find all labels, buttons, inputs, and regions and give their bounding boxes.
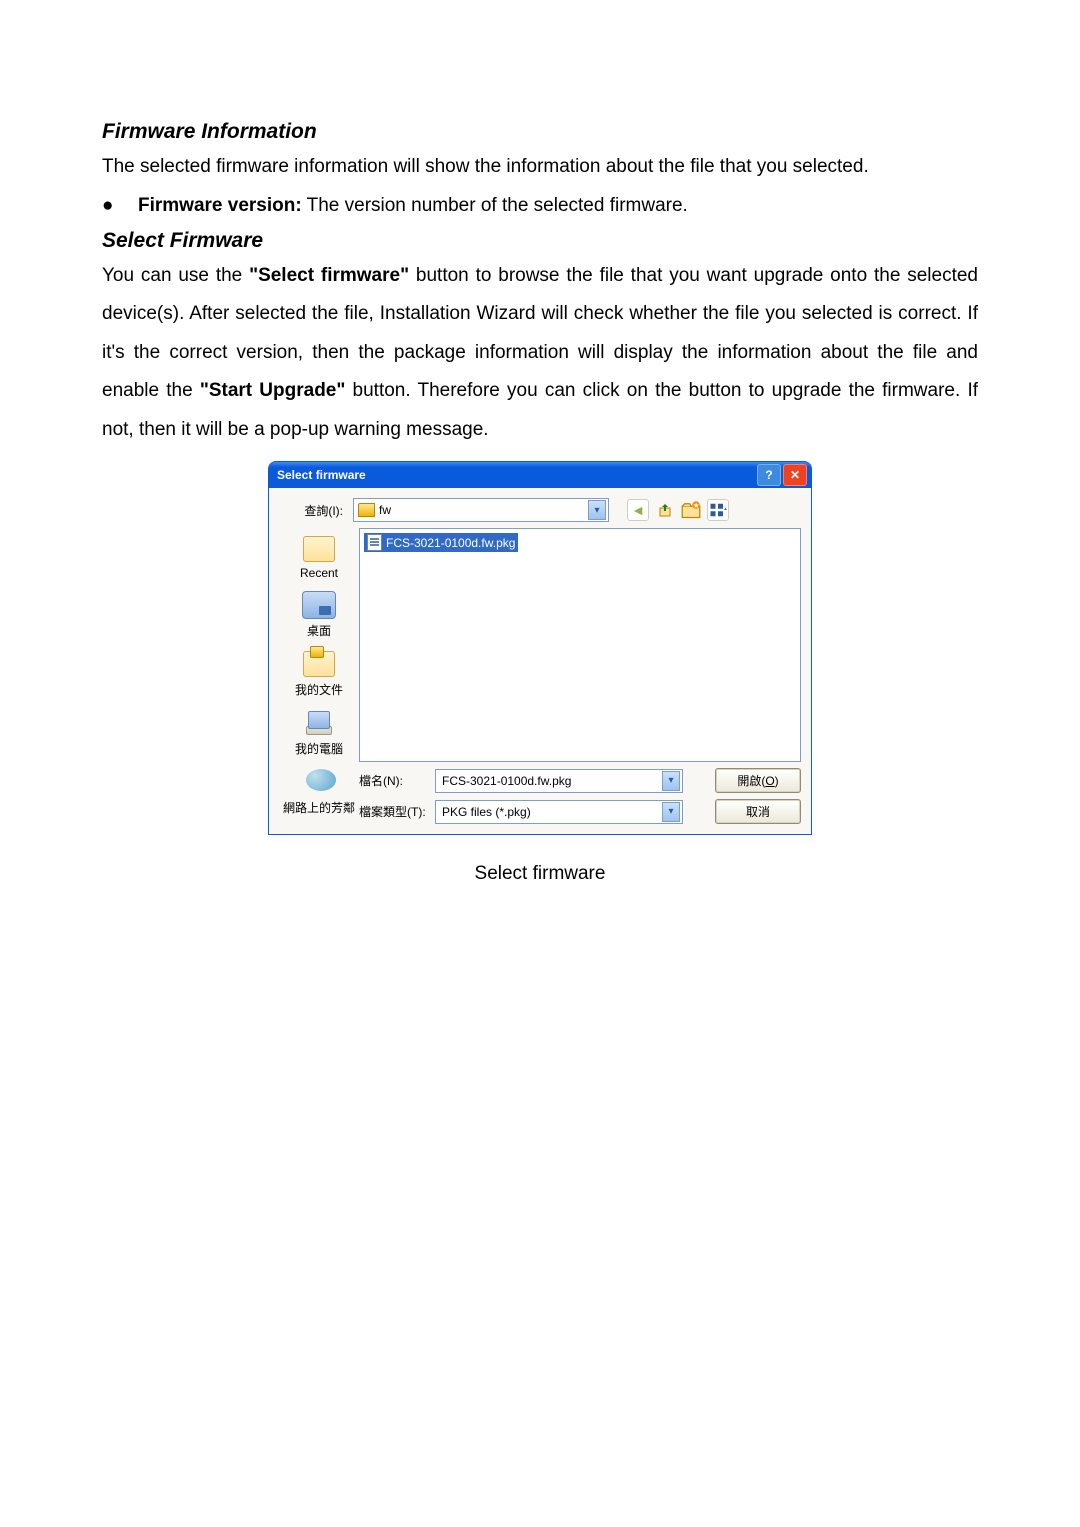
para-firmware-info: The selected firmware information will s… (102, 148, 978, 187)
filetype-label: 檔案類型(T): (359, 803, 427, 820)
place-network-label: 網路上的芳鄰 (283, 799, 355, 816)
bottom-grid: 檔名(N): FCS-3021-0100d.fw.pkg ▾ 開啟(O) 檔案類… (359, 768, 801, 824)
chevron-down-icon[interactable]: ▾ (662, 802, 680, 822)
filetype-combo[interactable]: PKG files (*.pkg) ▾ (435, 800, 683, 824)
place-computer-label: 我的電腦 (295, 740, 343, 757)
open-button-pre: 開啟( (737, 772, 765, 789)
open-button-post: ) (775, 774, 779, 788)
titlebar-buttons: ? ✕ (757, 464, 807, 486)
new-folder-icon[interactable]: ★ (681, 500, 701, 520)
place-desktop[interactable]: 桌面 (279, 586, 359, 645)
bullet-label: Firmware version: (138, 195, 302, 216)
sf-pre: You can use the (102, 265, 249, 286)
bullet-dot-icon: ● (102, 187, 138, 225)
file-name: FCS-3021-0100d.fw.pkg (386, 536, 515, 550)
filename-label: 檔名(N): (359, 772, 427, 789)
documents-icon (302, 649, 336, 679)
views-menu-icon[interactable] (707, 499, 729, 521)
dialog-bottom: 檔名(N): FCS-3021-0100d.fw.pkg ▾ 開啟(O) 檔案類… (359, 768, 801, 824)
file-icon (367, 534, 382, 551)
heading-firmware-information: Firmware Information (102, 120, 978, 144)
network-icon (302, 767, 336, 797)
lookin-value: fw (379, 503, 584, 517)
place-recent[interactable]: Recent (279, 530, 359, 586)
folder-icon (358, 503, 375, 517)
cancel-button-label: 取消 (746, 803, 770, 820)
place-my-computer[interactable]: 我的電腦 (279, 704, 359, 763)
chevron-down-icon[interactable]: ▾ (588, 500, 606, 520)
dialog-title: Select firmware (277, 468, 757, 482)
file-list[interactable]: FCS-3021-0100d.fw.pkg (359, 528, 801, 762)
place-documents-label: 我的文件 (295, 681, 343, 698)
sf-quote-select: "Select firmware" (249, 265, 409, 286)
dialog-client: 查詢(I): fw ▾ ◄ ★ (269, 488, 811, 834)
bullet-body: Firmware version: The version number of … (138, 187, 978, 225)
places-bar: Recent 桌面 我的文件 我的電腦 (279, 528, 359, 824)
open-file-dialog: Select firmware ? ✕ 查詢(I): fw ▾ ◄ (268, 461, 812, 835)
lookin-combo[interactable]: fw ▾ (353, 498, 609, 522)
dialog-screenshot: Select firmware ? ✕ 查詢(I): fw ▾ ◄ (102, 461, 978, 835)
svg-text:★: ★ (692, 503, 699, 510)
para-select-firmware: You can use the "Select firmware" button… (102, 257, 978, 450)
open-button-key: O (765, 774, 774, 788)
recent-icon (302, 534, 336, 564)
chevron-down-icon[interactable]: ▾ (662, 771, 680, 791)
place-network[interactable]: 網路上的芳鄰 (279, 763, 359, 822)
lookin-label: 查詢(I): (279, 502, 347, 519)
lookin-row: 查詢(I): fw ▾ ◄ ★ (279, 498, 801, 522)
desktop-icon (302, 590, 336, 620)
dialog-body-row: Recent 桌面 我的文件 我的電腦 (279, 528, 801, 824)
up-one-level-icon[interactable] (655, 500, 675, 520)
help-icon[interactable]: ? (757, 464, 781, 486)
sf-quote-start: "Start Upgrade" (200, 380, 346, 401)
file-item-selected[interactable]: FCS-3021-0100d.fw.pkg (364, 533, 518, 552)
place-desktop-label: 桌面 (307, 622, 331, 639)
bullet-text: The version number of the selected firmw… (302, 195, 688, 216)
place-recent-label: Recent (300, 566, 338, 580)
lookin-toolbar: ◄ ★ (627, 499, 729, 521)
document-page: Firmware Information The selected firmwa… (0, 0, 1080, 945)
heading-select-firmware: Select Firmware (102, 229, 978, 253)
close-icon[interactable]: ✕ (783, 464, 807, 486)
filename-value: FCS-3021-0100d.fw.pkg (442, 774, 662, 788)
place-my-documents[interactable]: 我的文件 (279, 645, 359, 704)
back-icon[interactable]: ◄ (627, 499, 649, 521)
figure-caption: Select firmware (102, 863, 978, 885)
open-button[interactable]: 開啟(O) (715, 768, 801, 793)
cancel-button[interactable]: 取消 (715, 799, 801, 824)
filename-input[interactable]: FCS-3021-0100d.fw.pkg ▾ (435, 769, 683, 793)
bullet-firmware-version: ● Firmware version: The version number o… (102, 187, 978, 225)
computer-icon (302, 708, 336, 738)
filetype-value: PKG files (*.pkg) (442, 805, 662, 819)
dialog-titlebar: Select firmware ? ✕ (269, 462, 811, 488)
